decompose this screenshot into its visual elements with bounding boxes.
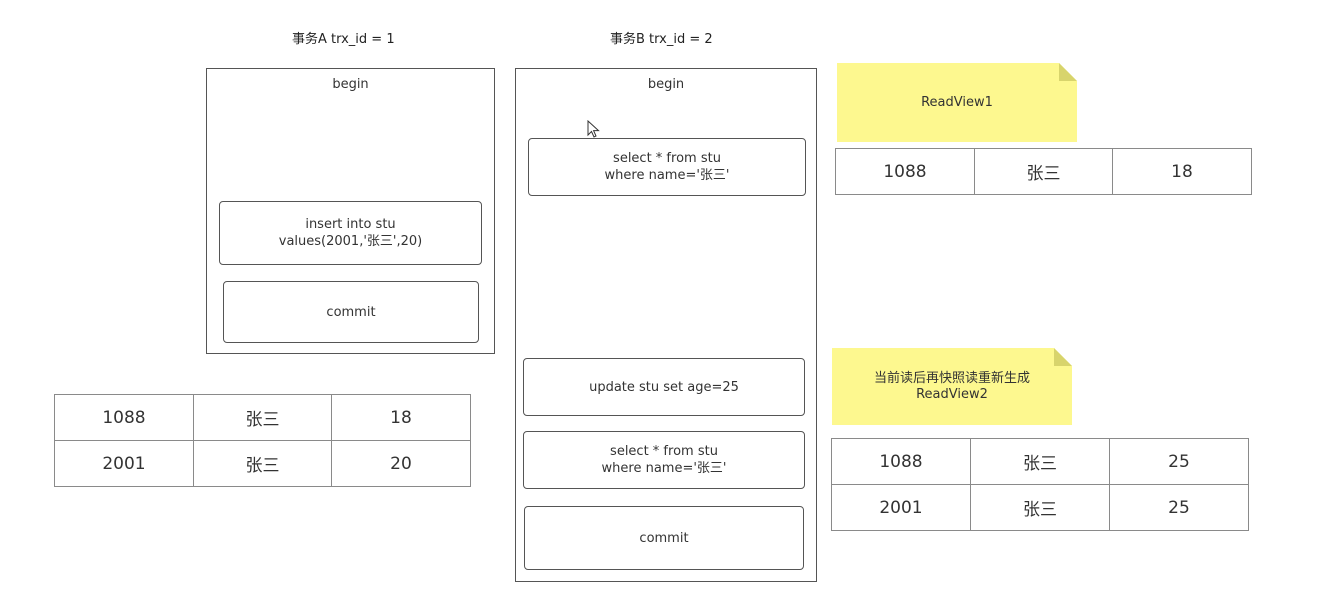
table-row: 1088 张三 25 (831, 438, 1249, 485)
table-cell: 25 (1109, 438, 1249, 485)
table-cell: 张三 (970, 438, 1110, 485)
readview1-label: ReadView1 (921, 94, 993, 110)
table-cell: 1088 (54, 394, 194, 441)
tx-a-title: 事务A trx_id = 1 (292, 32, 395, 47)
tx-a-begin: begin (332, 77, 369, 92)
readview2-note: 当前读后再快照读重新生成 ReadView2 (832, 348, 1072, 425)
tx-a-commit-step: commit (223, 281, 479, 343)
table-row: 1088 张三 18 (54, 394, 471, 441)
table-cell: 1088 (835, 148, 975, 195)
table-cell: 18 (331, 394, 471, 441)
readview1-table: 1088 张三 18 (835, 148, 1252, 195)
tx-b-frame: begin select * from stu where name='张三' … (515, 68, 817, 582)
table-row: 2001 张三 25 (831, 484, 1249, 531)
table-cell: 25 (1109, 484, 1249, 531)
tx-b-title: 事务B trx_id = 2 (610, 32, 713, 47)
tx-b-commit-step: commit (524, 506, 804, 570)
table-cell: 20 (331, 440, 471, 487)
tx-b-select-step-2: select * from stu where name='张三' (523, 431, 805, 489)
readview2-label: 当前读后再快照读重新生成 ReadView2 (873, 370, 1030, 402)
tx-a-frame: begin insert into stu values(2001,'张三',2… (206, 68, 495, 354)
table-cell: 1088 (831, 438, 971, 485)
readview1-note: ReadView1 (837, 63, 1077, 142)
table-cell: 张三 (974, 148, 1113, 195)
tx-b-begin: begin (647, 77, 685, 92)
table-cell: 张三 (193, 440, 332, 487)
readview2-table: 1088 张三 25 2001 张三 25 (831, 438, 1249, 531)
table-cell: 2001 (831, 484, 971, 531)
cursor-arrow-icon (587, 120, 600, 138)
table-a: 1088 张三 18 2001 张三 20 (54, 394, 471, 487)
table-row: 2001 张三 20 (54, 440, 471, 487)
table-cell: 张三 (193, 394, 332, 441)
table-cell: 2001 (54, 440, 194, 487)
table-cell: 张三 (970, 484, 1110, 531)
tx-b-update-step: update stu set age=25 (523, 358, 805, 416)
tx-a-insert-step: insert into stu values(2001,'张三',20) (219, 201, 482, 265)
table-cell: 18 (1112, 148, 1252, 195)
table-row: 1088 张三 18 (835, 148, 1252, 195)
tx-b-select-step-1: select * from stu where name='张三' (528, 138, 806, 196)
